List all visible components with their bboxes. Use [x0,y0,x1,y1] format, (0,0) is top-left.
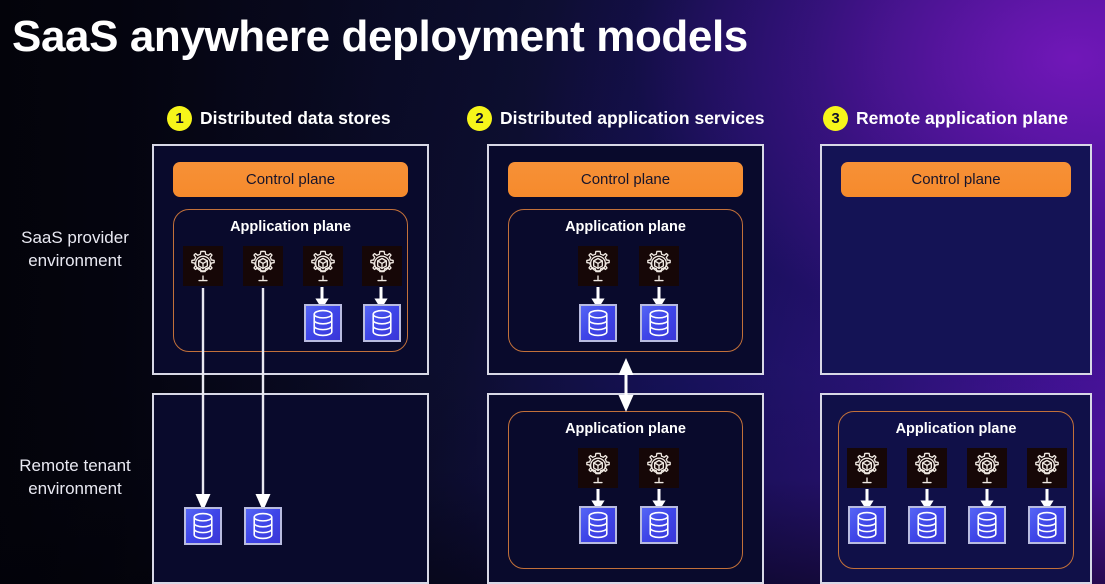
row-label-line-1: SaaS provider [21,228,129,247]
database-cylinder-icon-c2-top-2 [640,304,678,342]
panel-column-1-tenant [152,393,429,584]
column-header-3: 3 Remote application plane [823,106,1068,131]
column-header-label-1: Distributed data stores [200,108,391,128]
database-cylinder-icon-c2-top-1 [579,304,617,342]
badge-number-2: 2 [467,106,492,131]
application-plane-box-c2-bottom: Application plane [508,411,743,569]
gear-cube-icon-c3-1 [847,448,887,488]
application-plane-label: Application plane [230,219,351,235]
gear-cube-icon-c3-4 [1027,448,1067,488]
gear-cube-icon-c1-1 [183,246,223,286]
column-header-1: 1 Distributed data stores [167,106,391,131]
application-plane-label: Application plane [895,421,1017,437]
database-cylinder-icon-c3-1 [848,506,886,544]
panel-column-2-tenant: Application plane [487,393,764,584]
badge-number-1: 1 [167,106,192,131]
panel-column-2-provider: Control plane Application plane [487,144,764,375]
control-plane-box-c2: Control plane [508,162,743,197]
panel-column-3-provider: Control plane [820,144,1092,375]
gear-cube-icon-c2-top-2 [639,246,679,286]
column-header-label-2: Distributed application services [500,108,765,128]
gear-cube-icon-c2-bottom-1 [578,448,618,488]
gear-cube-icon-c2-top-1 [578,246,618,286]
column-header-2: 2 Distributed application services [467,106,765,131]
row-label-line-2: environment [28,250,122,270]
database-cylinder-icon-c1-remote-1 [184,507,222,545]
gear-cube-icon-c1-4 [362,246,402,286]
gear-cube-icon-c2-bottom-2 [639,448,679,488]
row-label-remote-tenant-environment: Remote tenant environment [0,455,150,500]
row-label-line-2: environment [28,478,122,498]
diagram-stage: SaaS anywhere deployment models SaaS pro… [0,0,1105,584]
row-label-saas-provider-environment: SaaS provider environment [0,227,150,272]
application-plane-label: Application plane [565,421,686,437]
database-cylinder-icon-c1-1 [304,304,342,342]
database-cylinder-icon-c1-2 [363,304,401,342]
database-cylinder-icon-c3-4 [1028,506,1066,544]
database-cylinder-icon-c2-bottom-2 [640,506,678,544]
database-cylinder-icon-c3-2 [908,506,946,544]
control-plane-box-c3: Control plane [841,162,1071,197]
application-plane-box-c2-top: Application plane [508,209,743,352]
gear-cube-icon-c3-3 [967,448,1007,488]
control-plane-box-c1: Control plane [173,162,408,197]
gear-cube-icon-c1-3 [303,246,343,286]
gear-cube-icon-c1-2 [243,246,283,286]
badge-number-3: 3 [823,106,848,131]
page-title: SaaS anywhere deployment models [12,12,748,61]
column-header-label-3: Remote application plane [856,108,1068,128]
database-cylinder-icon-c3-3 [968,506,1006,544]
row-label-line-1: Remote tenant [19,456,131,475]
database-cylinder-icon-c1-remote-2 [244,507,282,545]
application-plane-label: Application plane [565,219,686,235]
database-cylinder-icon-c2-bottom-1 [579,506,617,544]
gear-cube-icon-c3-2 [907,448,947,488]
